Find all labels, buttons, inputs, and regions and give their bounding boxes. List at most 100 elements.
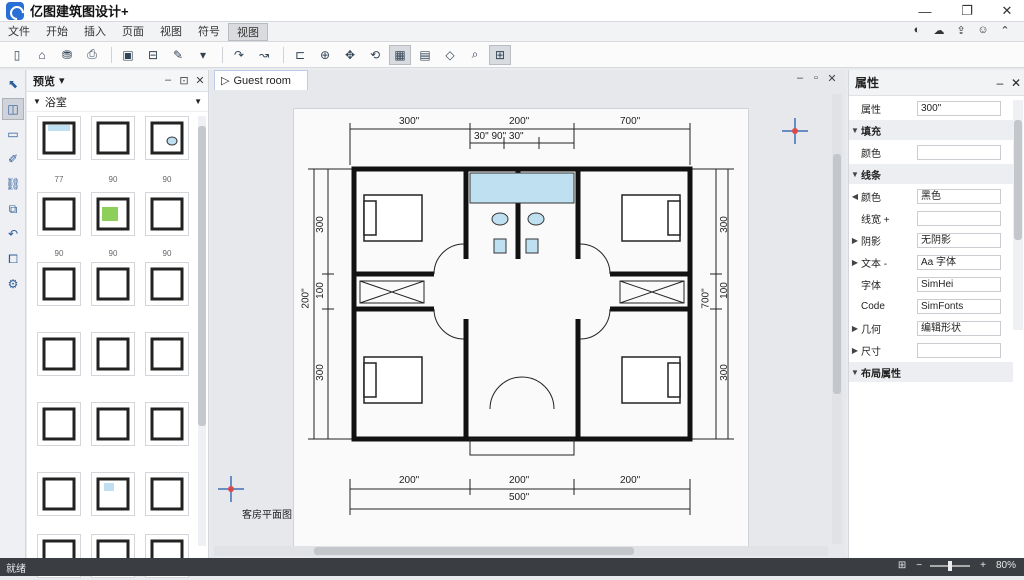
property-row[interactable]: ▼ 线条 [849,164,1013,184]
align-icon[interactable]: ⊏ [289,45,311,65]
property-row[interactable]: ▶ 几何 编辑形状 [849,318,1013,338]
property-row[interactable]: ▶ 阴影 无阴影 [849,230,1013,250]
library-shape-item[interactable] [91,402,135,446]
dropdown-icon[interactable]: ▾ [192,45,214,65]
print-icon[interactable]: ⎙ [81,45,103,65]
zoom-out-icon[interactable]: − [916,560,922,571]
group-icon[interactable]: ⊕ [314,45,336,65]
menu-symbol[interactable]: 符号 [190,23,228,41]
library-shape-item[interactable] [145,192,189,236]
open-folder-icon[interactable]: ⌂ [31,45,53,65]
property-row[interactable]: ▶ 文本 - Aa 字体 [849,252,1013,272]
canvas-vertical-scrollbar[interactable] [832,94,842,544]
layout-icon[interactable]: ▦ [389,44,411,65]
library-shape-item[interactable] [37,192,81,236]
property-row[interactable]: 属性 300" [849,98,1013,118]
property-row[interactable]: ▶ 尺寸 [849,340,1013,360]
expand-arrow-icon[interactable]: ▼ [849,368,861,377]
props-minimize-icon[interactable]: – [992,76,1008,90]
text-icon[interactable]: ⊟ [142,45,164,65]
share-icon[interactable]: ⇪ [950,24,972,37]
property-row[interactable]: 颜色 [849,142,1013,162]
collapse-ribbon-icon[interactable]: ⌃ [994,24,1016,37]
library-shape-item[interactable] [145,332,189,376]
category-menu-icon[interactable]: ▼ [194,97,202,106]
property-row[interactable]: ▼ 填充 [849,120,1013,140]
connector-icon[interactable]: ↷ [228,45,250,65]
pen-icon[interactable]: ✐ [2,148,24,170]
paint-icon[interactable]: ✎ [167,45,189,65]
layers-icon[interactable]: ⧉ [2,198,24,220]
expand-arrow-icon[interactable]: ▼ [849,126,861,135]
library-shape-item[interactable] [37,472,81,516]
expand-arrow-icon[interactable]: ◀ [849,192,861,201]
library-shape-item[interactable] [37,262,81,306]
library-shape-item[interactable] [145,402,189,446]
property-value[interactable]: SimHei [917,276,1001,292]
properties-scrollbar[interactable] [1013,100,1023,330]
save-icon[interactable]: ⛃ [56,45,78,65]
pointer-icon[interactable]: ⬉ [2,73,24,95]
canvas-restore-icon[interactable]: ▫ [808,72,824,85]
library-shape-item[interactable] [37,402,81,446]
property-value[interactable]: 黑色 [917,188,1001,204]
float-panel-icon[interactable]: ⊡ [176,74,192,87]
menu-page[interactable]: 页面 [114,23,152,41]
library-shape-item[interactable] [145,262,189,306]
close-panel-icon[interactable]: ✕ [192,74,208,87]
expand-arrow-icon[interactable]: ▶ [849,324,861,333]
expand-arrow-icon[interactable]: ▶ [849,236,861,245]
library-dropdown-icon[interactable]: ▾ [59,74,65,87]
library-shape-item[interactable] [37,332,81,376]
library-category[interactable]: ▼ 浴室 ▼ [27,92,208,112]
user-icon[interactable]: ☺ [972,24,994,37]
property-row[interactable]: ▼ 布局属性 [849,362,1013,382]
shapes-icon[interactable]: ◫ [2,98,24,120]
shape-icon[interactable]: ▣ [117,45,139,65]
canvas-horizontal-scrollbar[interactable] [214,546,828,556]
property-value[interactable] [917,210,1001,226]
property-value[interactable]: 无阴影 [917,232,1001,248]
frame-icon[interactable]: ▤ [414,45,436,65]
property-row[interactable]: 字体 SimHei [849,274,1013,294]
find-icon[interactable]: ⌕ [464,45,486,65]
move-icon[interactable]: ✥ [339,45,361,65]
props-close-icon[interactable]: ✕ [1008,76,1024,90]
zoom-slider-knob[interactable] [948,560,953,571]
canvas-area[interactable]: ▷ Guest room – ▫ ✕ 300" 200" 700" 30" 90… [210,70,846,558]
property-row[interactable]: 线宽 + [849,208,1013,228]
menu-insert[interactable]: 插入 [76,23,114,41]
minimize-panel-icon[interactable]: – [160,74,176,87]
property-row[interactable]: Code SimFonts [849,296,1013,316]
canvas-minimize-icon[interactable]: – [792,72,808,85]
restore-button[interactable]: ❐ [954,2,980,20]
library-icon[interactable]: ▭ [2,123,24,145]
property-value[interactable]: 编辑形状 [917,320,1001,336]
fit-page-icon[interactable]: ⊞ [898,560,906,571]
vertical-scroll-thumb[interactable] [833,154,841,394]
properties-scroll-thumb[interactable] [1014,120,1022,240]
library-shape-item[interactable] [91,332,135,376]
menu-home[interactable]: 开始 [38,23,76,41]
menu-view-active[interactable]: 视图 [228,22,268,41]
new-file-icon[interactable]: ▯ [6,45,28,65]
library-shape-item[interactable] [145,472,189,516]
property-value[interactable]: 300" [917,100,1001,116]
expand-arrow-icon[interactable]: ▶ [849,258,861,267]
undo-icon[interactable]: ↶ [2,223,24,245]
menu-file[interactable]: 文件 [0,23,38,41]
link-icon[interactable]: ⛓ [2,173,24,195]
copy-icon[interactable]: ⧠ [2,248,24,270]
curve-icon[interactable]: ↝ [253,45,275,65]
expand-arrow-icon[interactable]: ▼ [849,170,861,179]
expand-arrow-icon[interactable]: ▶ [849,346,861,355]
close-button[interactable]: ✕ [994,2,1020,20]
property-value[interactable] [917,342,1001,358]
library-scroll-thumb[interactable] [198,126,206,426]
diamond-icon[interactable]: ◇ [439,45,461,65]
menu-view[interactable]: 视图 [152,23,190,41]
settings-icon[interactable]: ⚙ [2,273,24,295]
property-value[interactable]: Aa 字体 [917,254,1001,270]
property-row[interactable]: ◀ 颜色 黑色 [849,186,1013,206]
canvas-close-icon[interactable]: ✕ [824,72,840,85]
